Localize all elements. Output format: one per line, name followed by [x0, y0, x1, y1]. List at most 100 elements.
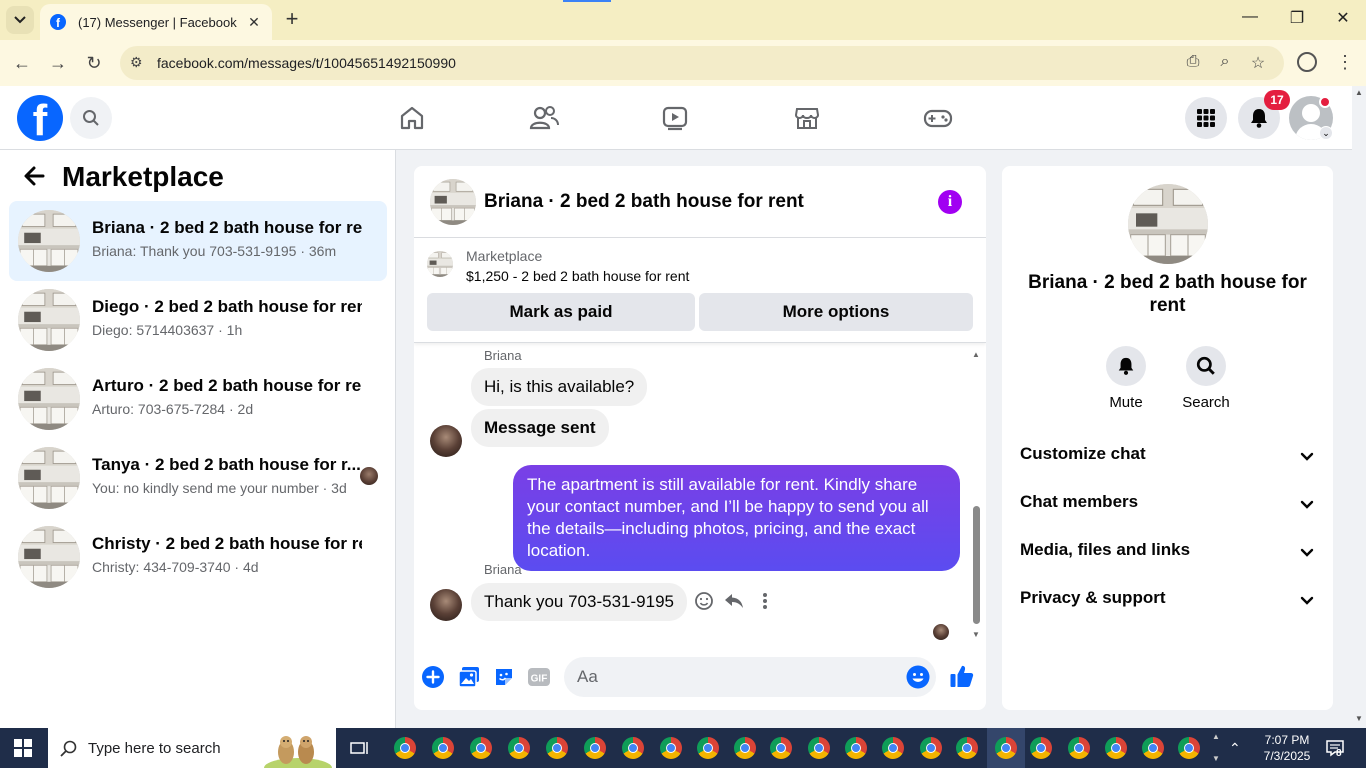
facebook-search-button[interactable]: [70, 97, 112, 139]
conversation-item[interactable]: Diego · 2 bed 2 bath house for rent Diego…: [9, 280, 387, 360]
more-message-actions-button[interactable]: [753, 589, 777, 613]
message-scrollbar[interactable]: ▲ ▼: [970, 346, 982, 642]
chat-title[interactable]: Briana · 2 bed 2 bath house for rent: [484, 191, 804, 213]
taskbar-scroll[interactable]: ▲ ▼: [1208, 728, 1224, 768]
browser-profile-icon[interactable]: [1297, 52, 1317, 72]
chrome-taskbar-icon[interactable]: [808, 737, 830, 759]
chrome-taskbar-icon[interactable]: [845, 737, 867, 759]
facebook-logo-icon[interactable]: f: [17, 95, 63, 141]
chat-avatar[interactable]: [430, 179, 476, 225]
gaming-nav-button[interactable]: [922, 102, 954, 134]
like-button[interactable]: [948, 662, 976, 690]
chrome-taskbar-icon[interactable]: [770, 737, 792, 759]
chrome-taskbar-icon[interactable]: [1068, 737, 1090, 759]
emoji-icon[interactable]: [906, 665, 930, 689]
chrome-taskbar-icon[interactable]: [622, 737, 644, 759]
chrome-taskbar-icon[interactable]: [734, 737, 756, 759]
scroll-thumb[interactable]: [973, 506, 980, 624]
conversation-item[interactable]: Arturo · 2 bed 2 bath house for rent Artu…: [9, 359, 387, 439]
address-bar[interactable]: ⚙ facebook.com/messages/t/10045651492150…: [120, 46, 1284, 80]
chrome-taskbar-icon[interactable]: [546, 737, 568, 759]
scroll-up-icon[interactable]: ▲: [972, 350, 980, 359]
sticker-button[interactable]: [491, 664, 517, 690]
info-section-toggle[interactable]: Customize chat: [1020, 444, 1316, 480]
reload-button[interactable]: ↻: [81, 50, 107, 76]
conversation-avatar[interactable]: [1128, 184, 1208, 264]
conversation-item[interactable]: Tanya · 2 bed 2 bath house for r... You: …: [9, 438, 387, 518]
close-window-button[interactable]: ✕: [1331, 8, 1355, 28]
page-scroll-down-icon[interactable]: ▼: [1355, 714, 1363, 723]
install-app-icon[interactable]: ⎙: [1183, 53, 1203, 71]
attach-photo-button[interactable]: [456, 664, 482, 690]
sender-avatar[interactable]: [430, 589, 462, 621]
system-clock[interactable]: 7:07 PM 7/3/2025: [1252, 732, 1322, 764]
incoming-message[interactable]: Thank you 703-531-9195: [471, 583, 687, 621]
marketplace-nav-button[interactable]: [791, 102, 823, 134]
browser-menu-icon[interactable]: ⋮: [1336, 52, 1354, 73]
friends-nav-button[interactable]: [528, 102, 560, 134]
info-section-toggle[interactable]: Privacy & support: [1020, 588, 1316, 624]
chrome-taskbar-icon[interactable]: [697, 737, 719, 759]
search-in-conversation-button[interactable]: Search: [1176, 346, 1236, 411]
reply-button[interactable]: [722, 589, 746, 613]
chrome-taskbar-icon[interactable]: [956, 737, 978, 759]
more-options-button[interactable]: More options: [699, 293, 973, 331]
minimize-button[interactable]: —: [1238, 8, 1262, 26]
task-view-icon[interactable]: [350, 740, 370, 756]
listing-thumbnail[interactable]: [427, 251, 453, 277]
restore-button[interactable]: ❐: [1285, 8, 1309, 28]
home-nav-button[interactable]: [396, 102, 428, 134]
action-center-icon[interactable]: [1325, 738, 1345, 758]
forward-button[interactable]: →: [45, 50, 71, 76]
outgoing-message[interactable]: The apartment is still available for ren…: [513, 465, 960, 571]
chrome-taskbar-icon[interactable]: [584, 737, 606, 759]
mark-as-paid-button[interactable]: Mark as paid: [427, 293, 695, 331]
taskbar-scroll-up-icon[interactable]: ▲: [1212, 732, 1220, 741]
message-input[interactable]: Aa: [564, 657, 936, 697]
more-actions-button[interactable]: [420, 664, 446, 690]
tab-search-button[interactable]: [6, 6, 34, 34]
search-circle[interactable]: [1186, 346, 1226, 386]
page-scroll-up-icon[interactable]: ▲: [1355, 88, 1363, 97]
menu-button[interactable]: [1185, 97, 1227, 139]
taskbar-scroll-down-icon[interactable]: ▼: [1212, 754, 1220, 763]
page-scrollbar[interactable]: ▲ ▼: [1352, 86, 1366, 728]
sender-avatar[interactable]: [430, 425, 462, 457]
chrome-taskbar-icon[interactable]: [920, 737, 942, 759]
mute-circle[interactable]: [1106, 346, 1146, 386]
conversation-item[interactable]: Briana · 2 bed 2 bath house for rent Bria…: [9, 201, 387, 281]
incoming-message[interactable]: Message sent: [471, 409, 609, 447]
incoming-message[interactable]: Hi, is this available?: [471, 368, 648, 406]
tab-close-icon[interactable]: ✕: [246, 14, 262, 31]
url-text[interactable]: facebook.com/messages/t/1004565149215099…: [157, 55, 456, 71]
chrome-taskbar-icon[interactable]: [882, 737, 904, 759]
chrome-taskbar-icon[interactable]: [470, 737, 492, 759]
chrome-taskbar-icon[interactable]: [995, 737, 1017, 759]
chrome-taskbar-icon[interactable]: [1030, 737, 1052, 759]
taskbar-search-box[interactable]: Type here to search: [48, 728, 336, 768]
info-icon[interactable]: i: [938, 190, 962, 214]
windows-start-icon[interactable]: [14, 739, 32, 757]
gif-button[interactable]: GIF: [526, 664, 552, 690]
account-chevron-icon[interactable]: ⌄: [1319, 126, 1333, 140]
chrome-taskbar-icon[interactable]: [1178, 737, 1200, 759]
show-hidden-icons-icon[interactable]: ⌃: [1229, 740, 1241, 757]
chrome-taskbar-icon[interactable]: [432, 737, 454, 759]
conversation-item[interactable]: Christy · 2 bed 2 bath house for rent Chr…: [9, 517, 387, 597]
browser-tab-active[interactable]: f (17) Messenger | Facebook ✕: [40, 4, 272, 40]
listing-price-title[interactable]: $1,250 - 2 bed 2 bath house for rent: [466, 268, 689, 284]
scroll-down-icon[interactable]: ▼: [972, 630, 980, 639]
back-arrow-icon[interactable]: [22, 164, 50, 192]
info-section-toggle[interactable]: Media, files and links: [1020, 540, 1316, 576]
chrome-taskbar-icon[interactable]: [660, 737, 682, 759]
mute-button[interactable]: Mute: [1096, 346, 1156, 411]
bookmark-star-icon[interactable]: ☆: [1248, 53, 1268, 73]
chrome-taskbar-icon[interactable]: [508, 737, 530, 759]
react-button[interactable]: [692, 589, 716, 613]
zoom-icon[interactable]: ⌕: [1215, 53, 1235, 71]
new-tab-button[interactable]: +: [282, 8, 302, 30]
chrome-taskbar-icon[interactable]: [394, 737, 416, 759]
chrome-taskbar-icon[interactable]: [1142, 737, 1164, 759]
chrome-taskbar-icon[interactable]: [1105, 737, 1127, 759]
video-nav-button[interactable]: [659, 102, 691, 134]
